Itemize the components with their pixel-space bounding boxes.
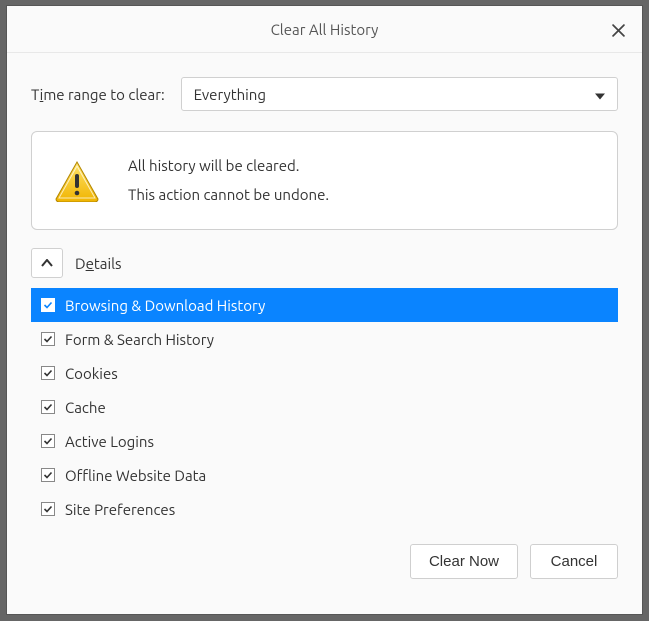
warning-line-1: All history will be cleared. (128, 152, 329, 181)
list-item[interactable]: Browsing & Download History (31, 288, 618, 322)
chevron-down-icon (595, 86, 605, 103)
list-item-label: Form & Search History (65, 331, 214, 348)
time-range-row: Time range to clear: Everything (31, 77, 618, 111)
details-toggle[interactable] (31, 248, 63, 278)
clear-history-dialog: Clear All History Time range to clear: E… (7, 6, 642, 614)
details-list: Browsing & Download History Form & Search… (31, 288, 618, 526)
warning-icon (54, 160, 100, 202)
titlebar: Clear All History (7, 6, 642, 53)
dialog-content: Time range to clear: Everything (7, 53, 642, 614)
chevron-up-icon (41, 259, 53, 267)
list-item-label: Cache (65, 399, 106, 416)
details-header: Details (31, 248, 618, 278)
list-item[interactable]: Cache (31, 390, 618, 424)
list-item-label: Cookies (65, 365, 118, 382)
checkbox[interactable] (41, 366, 55, 380)
list-item-label: Site Preferences (65, 501, 175, 518)
dialog-footer: Clear Now Cancel (31, 544, 618, 579)
list-item-label: Active Logins (65, 433, 154, 450)
checkbox[interactable] (41, 434, 55, 448)
details-label: Details (75, 255, 122, 272)
time-range-value: Everything (194, 86, 266, 103)
list-item-label: Offline Website Data (65, 467, 206, 484)
clear-now-button[interactable]: Clear Now (410, 544, 518, 579)
checkbox[interactable] (41, 298, 55, 312)
checkbox[interactable] (41, 468, 55, 482)
warning-box: All history will be cleared. This action… (31, 131, 618, 230)
list-item[interactable]: Form & Search History (31, 322, 618, 356)
warning-line-2: This action cannot be undone. (128, 181, 329, 210)
list-item[interactable]: Cookies (31, 356, 618, 390)
checkbox[interactable] (41, 332, 55, 346)
checkbox[interactable] (41, 400, 55, 414)
dialog-title: Clear All History (271, 21, 379, 38)
warning-text: All history will be cleared. This action… (128, 152, 329, 209)
list-item-label: Browsing & Download History (65, 297, 265, 314)
time-range-select[interactable]: Everything (181, 77, 618, 111)
list-item[interactable]: Active Logins (31, 424, 618, 458)
time-range-label: Time range to clear: (31, 86, 165, 103)
list-item[interactable]: Site Preferences (31, 492, 618, 526)
checkbox[interactable] (41, 502, 55, 516)
list-item[interactable]: Offline Website Data (31, 458, 618, 492)
cancel-button[interactable]: Cancel (530, 544, 618, 579)
close-icon[interactable] (608, 20, 628, 40)
